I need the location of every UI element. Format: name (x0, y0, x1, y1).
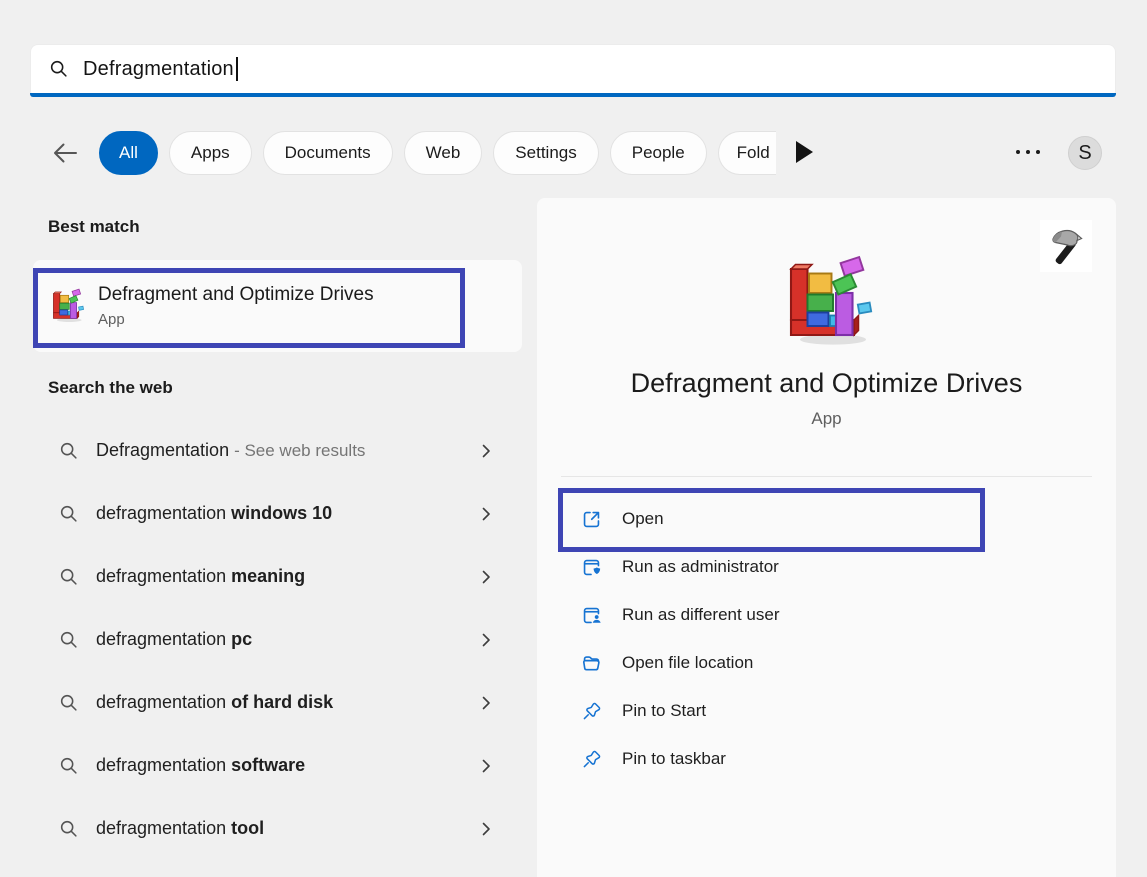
pin-icon (580, 700, 603, 723)
chevron-right-icon (482, 633, 491, 647)
preview-panel: Defragment and Optimize Drives App Open … (537, 198, 1116, 877)
avatar-initial: S (1078, 142, 1091, 165)
best-match-title: Defragment and Optimize Drives (98, 284, 374, 306)
filter-pills: All Apps Documents Web Settings People F… (99, 130, 776, 175)
best-match-subtitle: App (98, 311, 374, 328)
suggestion-row[interactable]: Defragmentation - See web results (33, 419, 522, 482)
tab-label: Apps (191, 143, 230, 163)
search-icon (58, 755, 80, 777)
suggestion-row[interactable]: defragmentation tool (33, 797, 522, 860)
suggestion-row[interactable]: defragmentation pc (33, 608, 522, 671)
defrag-app-icon (49, 288, 85, 324)
tab-label: Documents (285, 143, 371, 163)
search-input[interactable]: Defragmentation (83, 58, 234, 81)
divider (561, 476, 1092, 477)
search-icon (58, 629, 80, 651)
action-pin-to-start[interactable]: Pin to Start (537, 687, 1116, 735)
tab-label: All (119, 143, 138, 163)
tab-settings[interactable]: Settings (493, 131, 598, 175)
open-external-icon (580, 508, 603, 531)
back-button[interactable] (50, 139, 80, 167)
tab-documents[interactable]: Documents (263, 131, 393, 175)
tab-label: People (632, 143, 685, 163)
run-user-icon (580, 604, 603, 627)
action-label: Pin to taskbar (622, 749, 726, 769)
suggestion-row[interactable]: defragmentation windows 10 (33, 482, 522, 545)
chevron-right-icon (482, 507, 491, 521)
app-subtitle: App (537, 409, 1116, 429)
action-label: Open file location (622, 653, 753, 673)
web-suggestions-list: Defragmentation - See web results defrag… (33, 419, 522, 860)
action-open-file-location[interactable]: Open file location (537, 639, 1116, 687)
search-icon (58, 692, 80, 714)
chevron-right-icon (482, 570, 491, 584)
chevron-right-icon (482, 759, 491, 773)
pin-icon (580, 748, 603, 771)
text-caret (236, 57, 238, 81)
suggestion-row[interactable]: defragmentation software (33, 734, 522, 797)
search-icon (48, 58, 70, 80)
action-open[interactable]: Open (537, 495, 1116, 543)
more-options-button[interactable] (1016, 150, 1040, 154)
best-match-card: Defragment and Optimize Drives App (33, 260, 522, 352)
defrag-app-icon-large (779, 254, 875, 350)
search-icon (58, 818, 80, 840)
tab-label: Fold (737, 143, 770, 163)
tab-web[interactable]: Web (404, 131, 483, 175)
tab-all[interactable]: All (99, 131, 158, 175)
suggestion-row[interactable]: defragmentation of hard disk (33, 671, 522, 734)
suggestion-row[interactable]: defragmentation meaning (33, 545, 522, 608)
action-run-as-different-user[interactable]: Run as different user (537, 591, 1116, 639)
tab-label: Settings (515, 143, 576, 163)
search-icon (58, 566, 80, 588)
action-pin-to-taskbar[interactable]: Pin to taskbar (537, 735, 1116, 783)
back-icon (51, 141, 79, 165)
best-match-heading: Best match (48, 217, 140, 237)
action-list: Open Run as administrator Run as differe… (537, 495, 1116, 783)
hammer-cursor-icon (1040, 220, 1092, 272)
search-icon (58, 503, 80, 525)
best-match-item[interactable]: Defragment and Optimize Drives App (33, 260, 522, 352)
run-admin-icon (580, 556, 603, 579)
chevron-right-icon (482, 444, 491, 458)
folder-icon (580, 652, 603, 675)
app-title: Defragment and Optimize Drives (537, 368, 1116, 399)
action-run-as-administrator[interactable]: Run as administrator (537, 543, 1116, 591)
tab-people[interactable]: People (610, 131, 707, 175)
action-label: Run as different user (622, 605, 780, 625)
filter-row: All Apps Documents Web Settings People F… (0, 130, 1147, 176)
action-label: Run as administrator (622, 557, 779, 577)
search-underline (30, 93, 1116, 97)
action-label: Pin to Start (622, 701, 706, 721)
tab-folders-clipped[interactable]: Fold (718, 131, 776, 175)
tab-label: Web (426, 143, 461, 163)
search-icon (58, 440, 80, 462)
user-avatar[interactable]: S (1068, 136, 1102, 170)
action-label: Open (622, 509, 664, 529)
chevron-right-icon (482, 696, 491, 710)
search-the-web-heading: Search the web (48, 378, 173, 398)
chevron-right-icon (482, 822, 491, 836)
search-bar[interactable]: Defragmentation (30, 44, 1116, 93)
tab-apps[interactable]: Apps (169, 131, 252, 175)
expand-filters-icon[interactable] (796, 141, 813, 163)
